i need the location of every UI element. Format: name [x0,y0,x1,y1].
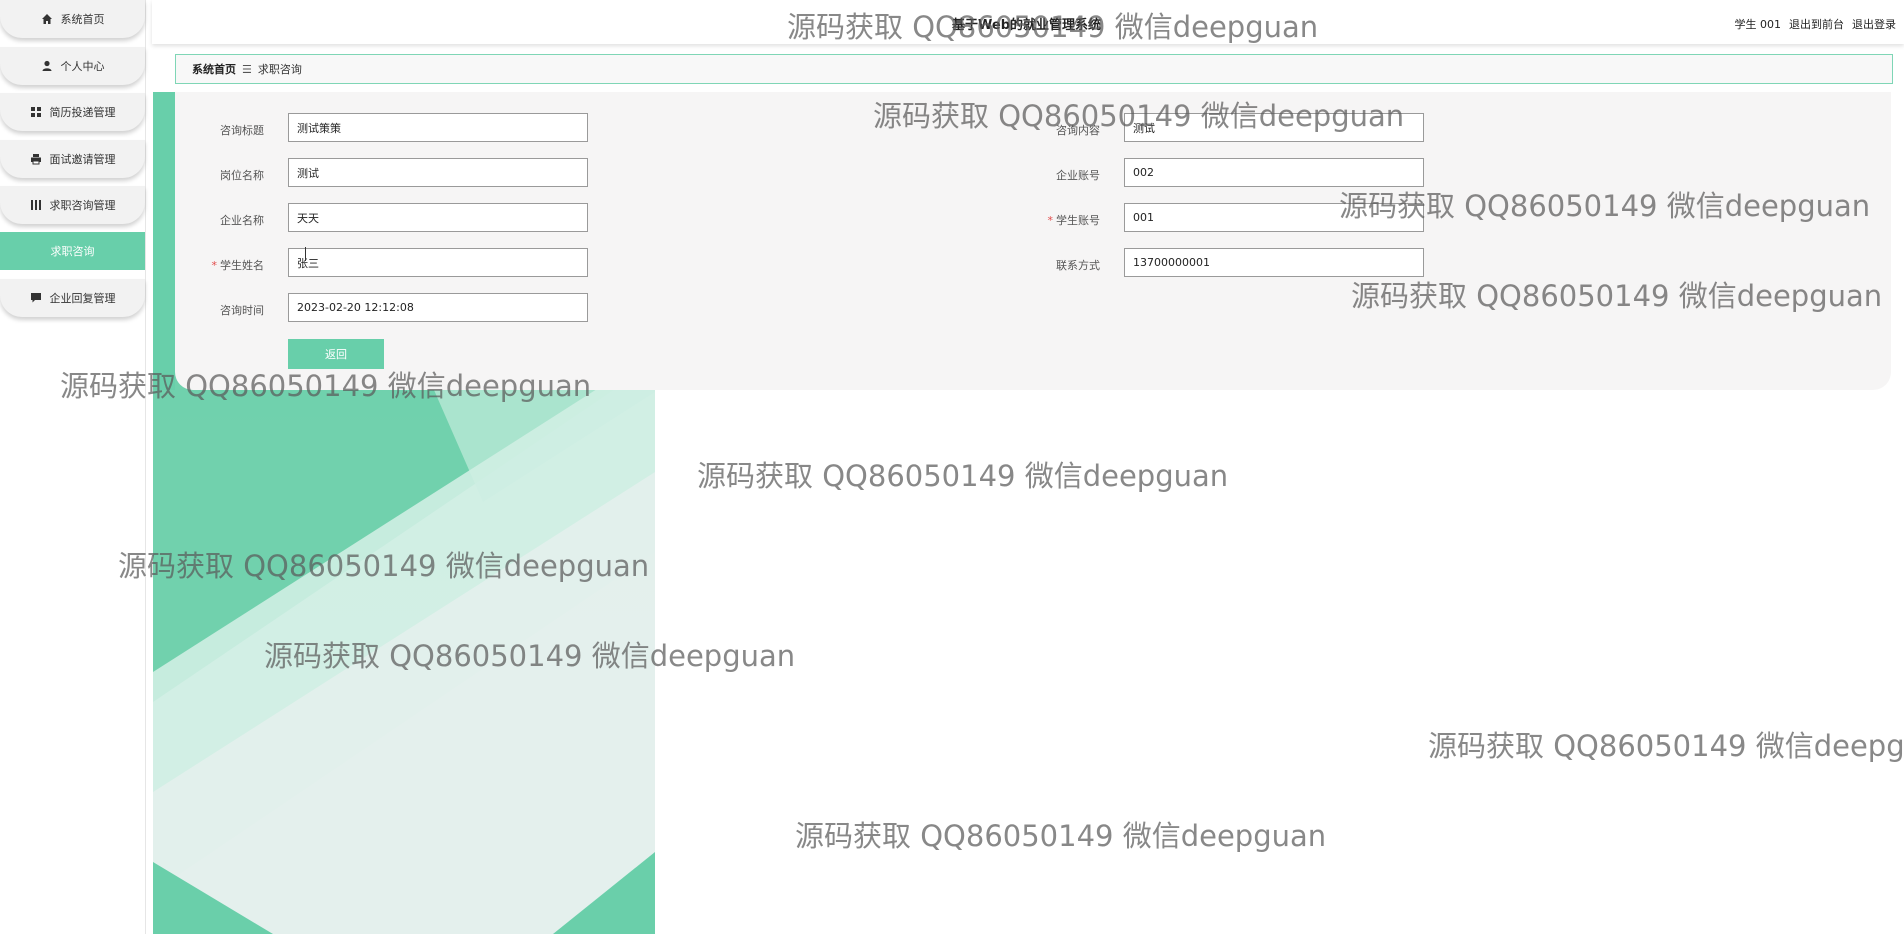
back-button[interactable]: 返回 [288,339,384,369]
printer-icon [30,153,42,165]
company-name-field[interactable] [288,203,588,232]
breadcrumb-home[interactable]: 系统首页 [192,61,236,77]
company-account-field[interactable] [1124,158,1424,187]
sidebar-subitem-label: 求职咨询 [50,245,95,258]
sidebar-item-resume-delivery[interactable]: 简历投递管理 [0,93,145,131]
consult-title-label: 咨询标题 [220,124,264,137]
consult-time-field[interactable] [288,293,588,322]
sidebar-item-home[interactable]: 系统首页 [0,0,145,38]
app-title: 基于Web的就业管理系统 [952,18,1101,33]
required-mark: * [211,259,218,272]
breadcrumb: 系统首页 ☰ 求职咨询 [175,54,1893,84]
sidebar: 系统首页 个人中心 简历投递管理 面试邀请管理 求职咨询管理 求职咨询 企业回复… [0,0,146,934]
consult-content-field[interactable] [1124,113,1424,142]
current-user-label: 学生 001 [1734,18,1782,31]
home-icon [41,13,53,25]
sidebar-item-label: 面试邀请管理 [49,153,116,166]
contact-field[interactable] [1124,248,1424,277]
panel-accent-strip [153,92,175,390]
user-area: 学生 001 退出到前台 退出登录 [1735,16,1897,32]
list-icon [30,199,42,211]
sidebar-subitem-consult[interactable]: 求职咨询 [0,232,145,270]
contact-label: 联系方式 [1056,259,1100,272]
person-icon [41,60,53,72]
sidebar-item-personal-center[interactable]: 个人中心 [0,47,145,85]
student-name-label: * 学生姓名 [211,259,265,272]
sidebar-item-label: 求职咨询管理 [49,199,116,212]
sidebar-item-label: 简历投递管理 [49,106,116,119]
watermark: 源码获取 QQ86050149 微信deepguan [697,459,1229,493]
required-mark: * [1047,214,1054,227]
job-name-label: 岗位名称 [220,169,264,182]
sidebar-item-interview-invite[interactable]: 面试邀请管理 [0,140,145,178]
student-account-label: * 学生账号 [1047,214,1101,227]
chat-icon [30,292,42,304]
sidebar-item-label: 个人中心 [60,60,105,73]
consult-content-label: 咨询内容 [1056,124,1100,137]
watermark: 源码获取 QQ86050149 微信deepguan [795,819,1327,853]
breadcrumb-current: 求职咨询 [257,63,302,76]
job-name-field[interactable] [288,158,588,187]
exit-to-frontend-link[interactable]: 退出到前台 [1789,16,1844,32]
sidebar-item-label: 企业回复管理 [49,292,116,305]
sidebar-item-label: 系统首页 [60,13,105,26]
watermark: 源码获取 QQ86050149 微信deepg [1428,729,1904,763]
breadcrumb-separator-icon: ☰ [242,62,252,76]
student-name-field[interactable] [288,248,588,277]
company-account-label: 企业账号 [1056,169,1100,182]
top-header: 基于Web的就业管理系统 学生 001 退出到前台 退出登录 [152,0,1904,44]
grid-icon [30,106,42,118]
text-cursor-icon [305,247,312,261]
sidebar-item-company-reply[interactable]: 企业回复管理 [0,279,145,317]
consult-time-label: 咨询时间 [220,304,264,317]
consult-title-field[interactable] [288,113,588,142]
sidebar-item-consult-manage[interactable]: 求职咨询管理 [0,186,145,224]
logout-link[interactable]: 退出登录 [1852,16,1896,32]
company-name-label: 企业名称 [220,214,264,227]
student-account-field[interactable] [1124,203,1424,232]
